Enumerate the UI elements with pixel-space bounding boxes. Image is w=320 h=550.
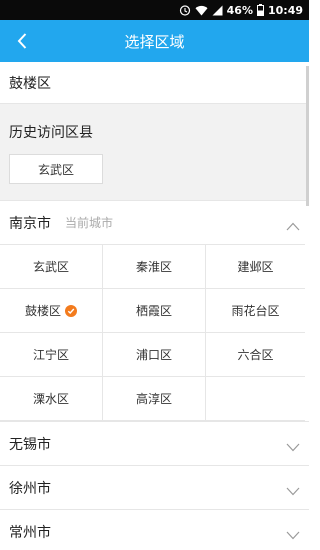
page-title: 选择区域	[124, 32, 185, 51]
province-name: 常州市	[9, 524, 51, 541]
wifi-icon	[195, 5, 208, 16]
province-row-nanjing[interactable]: 南京市 当前城市	[0, 200, 309, 244]
app-bar: 选择区域	[0, 20, 309, 62]
chevron-down-icon	[286, 437, 300, 456]
district-label: 栖霞区	[135, 304, 172, 318]
province-name: 徐州市	[9, 480, 51, 497]
province-name: 无锡市	[9, 436, 51, 453]
district-label: 雨花台区	[231, 304, 280, 318]
district-label: 建邺区	[237, 260, 274, 274]
chevron-up-icon	[286, 216, 300, 235]
history-title: 历史访问区县	[9, 125, 93, 141]
district-label: 江宁区	[32, 348, 69, 362]
scrollbar[interactable]	[306, 66, 309, 206]
back-button[interactable]	[8, 20, 36, 62]
district-cell[interactable]: 玄武区	[0, 245, 103, 289]
district-label: 秦淮区	[135, 260, 172, 274]
district-grid: 玄武区 秦淮区 建邺区 鼓楼区 栖霞区 雨花台区 江宁区 浦口区 六合区 溧水区…	[0, 244, 305, 421]
district-label: 玄武区	[32, 260, 69, 274]
district-cell[interactable]: 江宁区	[0, 333, 103, 377]
chevron-down-icon	[286, 525, 300, 544]
alarm-icon	[179, 4, 191, 16]
district-cell[interactable]: 六合区	[206, 333, 305, 377]
district-cell[interactable]: 建邺区	[206, 245, 305, 289]
district-cell-empty	[206, 377, 305, 421]
back-arrow-icon	[17, 33, 27, 49]
current-area[interactable]: 鼓楼区	[0, 62, 309, 104]
district-label: 浦口区	[135, 348, 172, 362]
battery-percent: 46%	[226, 3, 253, 17]
district-label: 溧水区	[32, 392, 69, 406]
province-row-xuzhou[interactable]: 徐州市	[0, 465, 309, 509]
check-icon	[65, 304, 77, 317]
district-cell-selected[interactable]: 鼓楼区	[0, 289, 103, 333]
history-chip[interactable]: 玄武区	[9, 154, 103, 184]
chevron-down-icon	[286, 481, 300, 500]
province-row-changzhou[interactable]: 常州市	[0, 509, 309, 550]
district-cell[interactable]: 浦口区	[103, 333, 206, 377]
district-cell[interactable]: 秦淮区	[103, 245, 206, 289]
district-label: 六合区	[237, 348, 274, 362]
district-label: 鼓楼区	[24, 304, 61, 318]
signal-icon	[212, 5, 223, 16]
history-section: 历史访问区县 玄武区	[0, 104, 309, 200]
current-city-hint: 当前城市	[65, 216, 114, 230]
clock: 10:49	[267, 3, 303, 17]
district-cell[interactable]: 栖霞区	[103, 289, 206, 333]
district-cell[interactable]: 溧水区	[0, 377, 103, 421]
province-name: 南京市	[9, 215, 51, 232]
district-cell[interactable]: 高淳区	[103, 377, 206, 421]
district-label: 高淳区	[135, 392, 172, 406]
battery-icon	[256, 4, 264, 16]
status-bar: 46% 10:49	[0, 0, 309, 20]
province-row-wuxi[interactable]: 无锡市	[0, 421, 309, 465]
district-cell[interactable]: 雨花台区	[206, 289, 305, 333]
